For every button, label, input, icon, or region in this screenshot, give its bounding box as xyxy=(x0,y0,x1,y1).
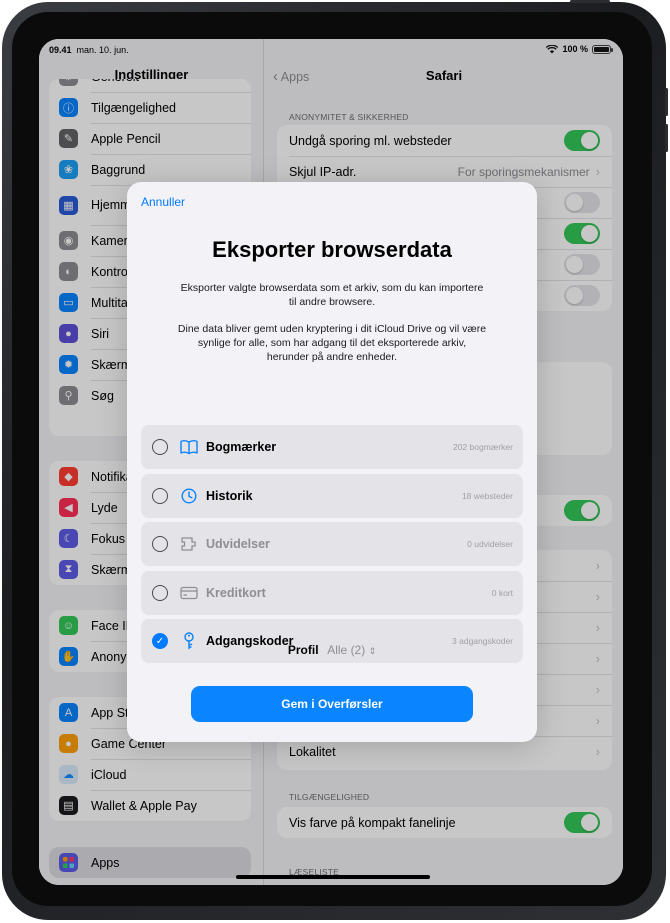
export-option-book[interactable]: Bogmærker 202 bogmærker xyxy=(141,425,523,469)
credit-card-icon xyxy=(179,583,199,603)
save-to-downloads-button[interactable]: Gem i Overførsler xyxy=(191,686,473,722)
status-right: 100 % xyxy=(546,44,613,54)
volume-up-button xyxy=(665,88,668,116)
puzzle-icon xyxy=(179,534,199,554)
option-count: 18 websteder xyxy=(461,490,513,501)
home-indicator xyxy=(236,875,430,879)
option-label: Kreditkort xyxy=(206,585,266,600)
option-count: 202 bogmærker xyxy=(452,442,513,452)
encryption-warning: Dine data bliver gemt uden kryptering i … xyxy=(177,323,487,363)
export-browser-data-sheet: Annuller Eksporter browserdata Eksporter… xyxy=(127,182,537,742)
profile-selector[interactable]: Profil Alle (2) ⇕ xyxy=(127,643,537,657)
profile-label: Profil xyxy=(287,643,319,657)
radio-button[interactable] xyxy=(152,439,168,455)
export-description: Eksporter valgte browserdata som et arki… xyxy=(180,282,484,308)
battery-icon xyxy=(592,44,613,54)
sheet-title: Eksporter browserdata xyxy=(212,237,452,262)
option-label: Udvidelser xyxy=(206,537,270,551)
radio-button[interactable] xyxy=(152,487,168,504)
book-icon xyxy=(179,437,199,457)
top-button xyxy=(570,0,610,3)
export-option-clock[interactable]: Historik 18 websteder xyxy=(141,473,523,518)
export-option-credit-card[interactable]: Kreditkort 0 kort xyxy=(141,570,523,615)
status-time: 09.41 man. 10. jun. xyxy=(49,45,129,55)
status-bar: 09.41 man. 10. jun. 100 % xyxy=(39,39,623,59)
radio-button[interactable] xyxy=(152,536,168,552)
radio-button[interactable] xyxy=(152,584,168,601)
cancel-button[interactable]: Annuller xyxy=(141,195,185,209)
option-label: Bogmærker xyxy=(206,440,277,454)
export-option-puzzle[interactable]: Udvidelser 0 udvidelser xyxy=(141,522,523,566)
screen: 09.41 man. 10. jun. 100 % Indstillinger … xyxy=(39,39,623,885)
option-count: 0 udvidelser xyxy=(467,539,513,549)
chevron-up-down-icon: ⇕ xyxy=(368,646,377,656)
profile-value: Alle (2) xyxy=(327,643,366,657)
battery-percent: 100 % xyxy=(562,44,588,54)
option-count: 0 kort xyxy=(491,587,513,598)
clock-icon xyxy=(179,486,199,506)
option-label: Historik xyxy=(206,488,253,503)
wifi-icon xyxy=(546,44,559,53)
volume-down-button xyxy=(665,124,668,152)
